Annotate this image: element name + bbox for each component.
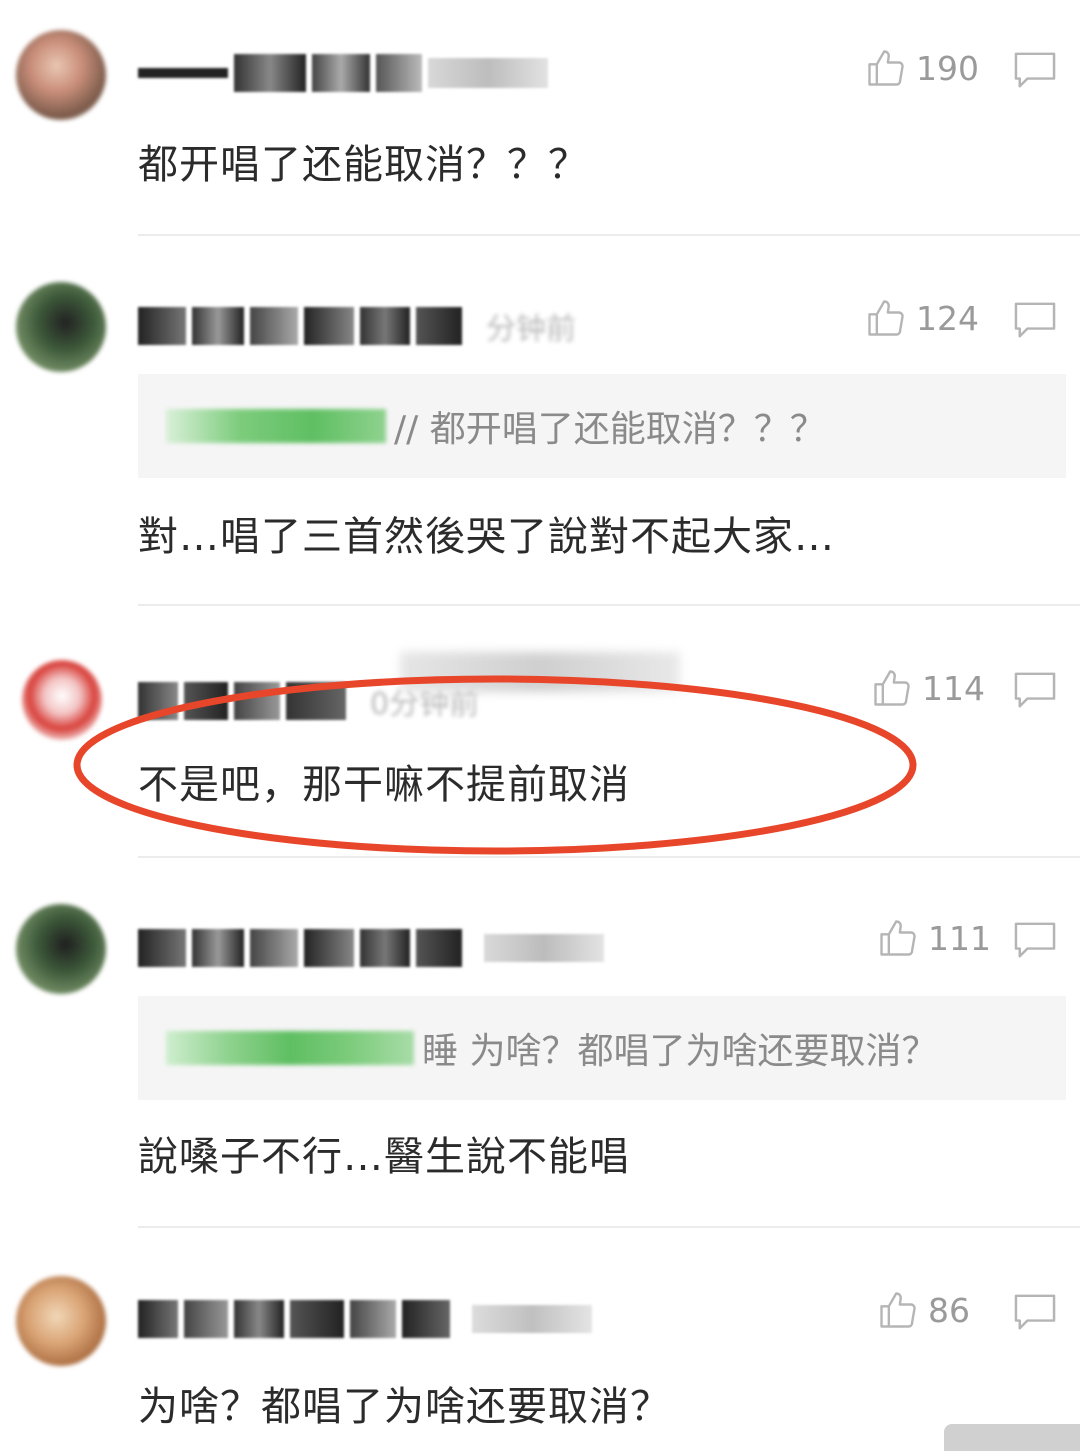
quoted-text: 睡 为啥？都唱了为啥还要取消？	[422, 1031, 938, 1072]
username-blurred[interactable]	[138, 925, 604, 971]
comment-bubble-icon[interactable]	[1012, 50, 1058, 94]
quoted-username-blurred[interactable]	[166, 1031, 414, 1065]
comment-bubble-icon[interactable]	[1012, 670, 1058, 714]
comment-text: 为啥？都唱了为啥还要取消？	[138, 1384, 671, 1430]
quoted-reply[interactable]: // 都开唱了还能取消？？？	[138, 374, 1066, 478]
username-blurred[interactable]: 分钟前	[138, 303, 576, 349]
avatar[interactable]	[16, 904, 106, 994]
quoted-text: // 都开唱了还能取消？？？	[394, 409, 826, 450]
comment-bubble-icon[interactable]	[1012, 1292, 1058, 1336]
thumbs-up-icon	[864, 296, 908, 340]
comment-text: 對…唱了三首然後哭了說對不起大家…	[138, 514, 835, 560]
like-button[interactable]: 111	[876, 916, 991, 960]
comment-list: 190 都开唱了还能取消？？？ 分钟前 124 // 都开唱了还能取消？？？ 對…	[0, 0, 1080, 1451]
thumbs-up-icon	[876, 916, 920, 960]
comment-bubble-icon[interactable]	[1012, 920, 1058, 964]
like-button[interactable]: 124	[864, 296, 979, 340]
like-count: 114	[922, 668, 985, 708]
comment-bubble-icon[interactable]	[1012, 300, 1058, 344]
avatar[interactable]	[16, 30, 106, 120]
divider	[138, 604, 1080, 606]
thumbs-up-icon	[870, 666, 914, 710]
comment-time: 分钟前	[486, 312, 576, 347]
comment-text: 都开唱了还能取消？？？	[138, 142, 589, 188]
username-blurred[interactable]	[138, 50, 548, 96]
scrollbar-thumb[interactable]	[944, 1424, 1080, 1451]
avatar[interactable]	[22, 660, 102, 740]
thumbs-up-icon	[876, 1288, 920, 1332]
divider	[138, 856, 1080, 858]
quoted-reply[interactable]: 睡 为啥？都唱了为啥还要取消？	[138, 996, 1066, 1100]
like-count: 111	[928, 918, 991, 958]
divider	[138, 1226, 1080, 1228]
like-button[interactable]: 86	[876, 1288, 970, 1332]
like-count: 190	[916, 48, 979, 88]
divider	[138, 234, 1080, 236]
like-button[interactable]: 190	[864, 46, 979, 90]
like-count: 124	[916, 298, 979, 338]
comment-text: 說嗓子不行…醫生說不能唱	[138, 1134, 630, 1180]
like-count: 86	[928, 1290, 970, 1330]
quoted-username-blurred[interactable]	[166, 409, 386, 443]
avatar[interactable]	[16, 282, 106, 372]
avatar[interactable]	[16, 1276, 106, 1366]
like-button[interactable]: 114	[870, 666, 985, 710]
thumbs-up-icon	[864, 46, 908, 90]
username-blurred[interactable]	[138, 1296, 592, 1342]
blurred-overlay	[400, 652, 680, 692]
comment-text: 不是吧，那干嘛不提前取消	[138, 762, 630, 808]
